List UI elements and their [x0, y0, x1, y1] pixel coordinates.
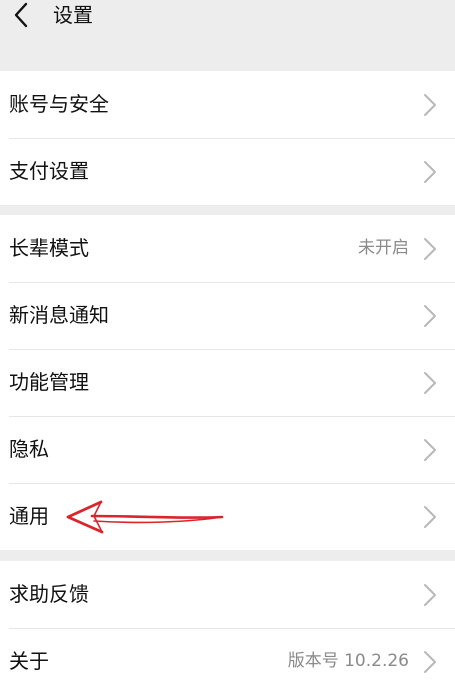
settings-item-notifications[interactable]: 新消息通知 [0, 282, 455, 349]
chevron-right-icon [424, 584, 436, 606]
chevron-right-icon [424, 305, 436, 327]
settings-item-privacy[interactable]: 隐私 [0, 416, 455, 483]
settings-item-label: 账号与安全 [9, 92, 109, 116]
chevron-left-icon[interactable] [6, 0, 36, 30]
page-title: 设置 [53, 3, 93, 27]
settings-item-label: 通用 [9, 504, 49, 528]
settings-item-label: 新消息通知 [9, 303, 109, 327]
chevron-right-icon [424, 439, 436, 461]
chevron-right-icon [424, 238, 436, 260]
settings-item-label: 功能管理 [9, 370, 89, 394]
settings-item-label: 隐私 [9, 437, 49, 461]
settings-item-features[interactable]: 功能管理 [0, 349, 455, 416]
settings-item-general[interactable]: 通用 [0, 483, 455, 550]
chevron-right-icon [424, 372, 436, 394]
settings-item-payment[interactable]: 支付设置 [0, 138, 455, 205]
settings-item-elder-mode[interactable]: 长辈模式 未开启 [0, 215, 455, 282]
settings-item-label: 支付设置 [9, 159, 89, 183]
settings-item-value: 未开启 [358, 238, 409, 258]
chevron-right-icon [424, 94, 436, 116]
chevron-right-icon [424, 506, 436, 528]
settings-item-feedback[interactable]: 求助反馈 [0, 561, 455, 628]
settings-group-general: 长辈模式 未开启 新消息通知 功能管理 隐私 通用 [0, 215, 455, 550]
header-bar: 设置 [0, 0, 455, 44]
settings-group-account: 账号与安全 支付设置 [0, 71, 455, 205]
chevron-right-icon [424, 161, 436, 183]
settings-item-label: 长辈模式 [9, 236, 89, 260]
settings-item-account-security[interactable]: 账号与安全 [0, 71, 455, 138]
settings-group-about: 求助反馈 关于 版本号 10.2.26 [0, 561, 455, 695]
chevron-right-icon [424, 651, 436, 673]
settings-item-label: 求助反馈 [9, 582, 89, 606]
